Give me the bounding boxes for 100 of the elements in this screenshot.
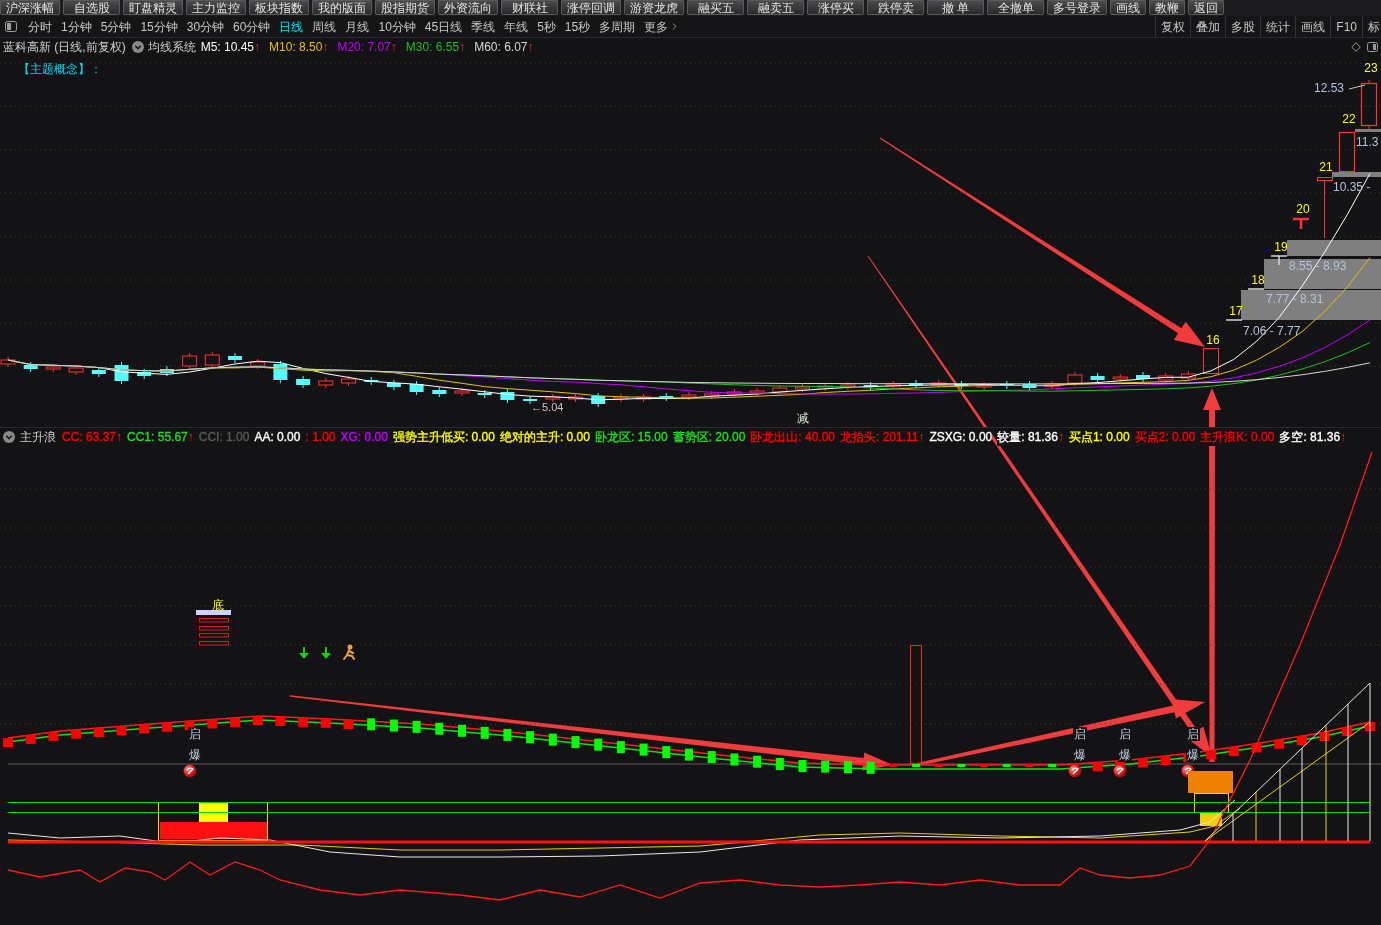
day-count-label: 21: [1319, 160, 1333, 174]
stack-bar: [199, 618, 229, 623]
day-count-label: 16: [1206, 333, 1220, 347]
period-tab[interactable]: 15秒: [564, 18, 591, 35]
tool-button[interactable]: 多股: [1225, 16, 1261, 37]
toolbar-button[interactable]: 板块指数: [249, 0, 309, 15]
stack-bar: [199, 626, 229, 631]
signal-label: 爆: [1119, 748, 1131, 762]
level-line: [1232, 813, 1234, 842]
reduce-mark: 减: [797, 411, 809, 425]
dropdown-icon[interactable]: [3, 430, 15, 443]
theme-label[interactable]: 【主题概念】：: [18, 62, 102, 76]
indicator-value: 主升浪K: 0.00: [1200, 427, 1275, 446]
toolbar-button[interactable]: 画线: [1110, 0, 1146, 15]
trend-arrow: ↑: [459, 39, 466, 56]
period-tab[interactable]: 周线: [312, 18, 337, 35]
price-range-label: 10.35 -: [1333, 180, 1371, 194]
price-range-label: 7.06 - 7.77: [1243, 324, 1301, 338]
toolbar-button[interactable]: 主力监控: [186, 0, 246, 15]
period-tab[interactable]: 5分钟: [100, 18, 132, 35]
period-tab[interactable]: 10分钟: [378, 18, 416, 35]
ma-value: M10: 8.50: [269, 39, 323, 56]
indicator-value: 绝对的主升: 0.00: [499, 427, 590, 446]
signal-label: 爆: [1187, 748, 1199, 762]
candlestick: [1225, 319, 1243, 321]
toolbar-button[interactable]: 沪深涨幅: [0, 0, 60, 15]
indicator-value: 多空: 81.36: [1279, 427, 1341, 446]
toolbar-button[interactable]: 全撤单: [987, 0, 1044, 15]
tool-button[interactable]: F10: [1330, 16, 1362, 37]
toolbar-button[interactable]: 涨停回调: [561, 0, 621, 15]
toolbar-button[interactable]: 财联社: [501, 0, 558, 15]
candlestick: [1203, 348, 1219, 374]
candlestick: [1360, 79, 1378, 130]
panel-toggle-icon[interactable]: [5, 21, 17, 32]
zone-frame: [1194, 793, 1229, 813]
ball-icon: [183, 764, 197, 778]
period-tab[interactable]: 60分钟: [233, 18, 271, 35]
ma-system-label: 均线系统: [147, 39, 196, 56]
range-bar: [1332, 172, 1381, 177]
tool-button[interactable]: 画线: [1295, 16, 1331, 37]
tool-button[interactable]: 复权: [1155, 16, 1191, 37]
ball-icon: [1113, 764, 1127, 778]
runner-icon: [343, 644, 355, 660]
signal-label: 启: [1074, 727, 1086, 741]
trend-arrow: ↑: [322, 39, 329, 56]
toolbar-button[interactable]: 跌停卖: [867, 0, 924, 15]
toolbar-button[interactable]: 撤 单: [927, 0, 984, 15]
toolbar-button[interactable]: 返回: [1188, 0, 1224, 15]
day-count-label: 19: [1274, 240, 1288, 254]
ma-value: M60: 6.07: [474, 39, 528, 56]
high-price-label: 12.53: [1314, 81, 1345, 95]
panel-toggle-icon[interactable]: [1367, 42, 1378, 52]
signal-label: 启: [189, 727, 201, 741]
toolbar-button[interactable]: 外资流向: [438, 0, 498, 15]
indicator-value: 蓄势区: 20.00: [672, 427, 746, 446]
down-arrow-icon: [299, 646, 309, 659]
candlestick: [1270, 255, 1288, 266]
mark-bar: [196, 610, 231, 615]
toolbar-button[interactable]: 涨停买: [807, 0, 864, 15]
ma-value: M5: 10.45: [200, 39, 255, 56]
bottom-mark-label: 底: [212, 598, 224, 612]
toolbar-button[interactable]: 盯盘精灵: [123, 0, 183, 15]
period-tab[interactable]: 分时: [28, 18, 52, 35]
ball-icon: [1068, 764, 1082, 778]
low-price-label: ←5.04: [531, 401, 564, 413]
toolbar-button[interactable]: 自选股: [63, 0, 120, 15]
tool-button[interactable]: 标: [1362, 16, 1381, 37]
signal-label: 爆: [189, 748, 201, 762]
diamond-icon[interactable]: [1351, 42, 1361, 52]
period-tab[interactable]: 月线: [345, 18, 370, 35]
period-tab[interactable]: 15分钟: [140, 18, 178, 35]
tool-button[interactable]: 统计: [1260, 16, 1296, 37]
stack-bar: [199, 641, 229, 646]
toolbar-button[interactable]: 教鞭: [1149, 0, 1185, 15]
signal-label: 爆: [1074, 748, 1086, 762]
stock-title: 蓝科高新 (日线,前复权): [3, 39, 126, 56]
toolbar-button[interactable]: 融买五: [687, 0, 744, 15]
toolbar-button[interactable]: 多号登录: [1047, 0, 1107, 15]
period-tab[interactable]: 45日线: [424, 18, 463, 35]
dropdown-icon[interactable]: [131, 41, 144, 53]
period-tab[interactable]: 季线: [471, 18, 496, 35]
period-tab[interactable]: 年线: [504, 18, 529, 35]
period-tab[interactable]: 5秒: [537, 18, 556, 35]
toolbar-button[interactable]: 游资龙虎: [624, 0, 684, 15]
tool-button[interactable]: 叠加: [1190, 16, 1226, 37]
toolbar-button[interactable]: 融卖五: [747, 0, 804, 15]
toolbar-button[interactable]: 我的版面: [312, 0, 372, 15]
price-range-label: 7.77 - 8.31: [1266, 292, 1324, 306]
toolbar-button[interactable]: 股指期货: [375, 0, 435, 15]
period-tab[interactable]: 30分钟: [186, 18, 225, 35]
more-button[interactable]: 更多: [644, 18, 681, 35]
candlestick: [1247, 288, 1265, 290]
level-line: [1255, 791, 1257, 842]
period-tab[interactable]: 多周期: [599, 18, 636, 35]
day-count-label: 18: [1251, 273, 1265, 287]
day-count-label: 22: [1342, 112, 1356, 126]
period-tab[interactable]: 1分钟: [61, 18, 92, 35]
trend-arrow: ↑: [254, 39, 261, 56]
candlestick: [1317, 177, 1333, 239]
period-tab[interactable]: 日线: [279, 18, 304, 35]
